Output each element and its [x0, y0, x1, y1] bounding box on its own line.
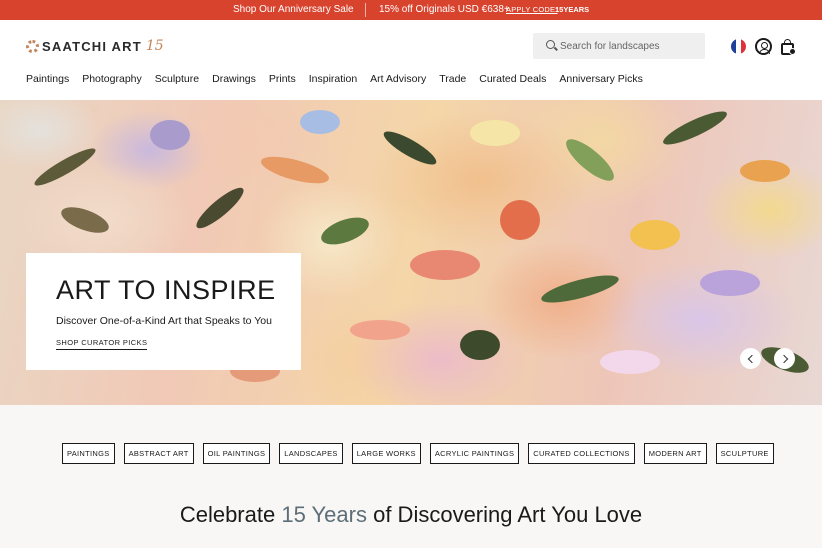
- search-bar[interactable]: [533, 33, 705, 59]
- cart-count-badge: [789, 48, 796, 55]
- nav-item-drawings[interactable]: Drawings: [212, 73, 256, 85]
- tag-modern-art[interactable]: MODERN ART: [643, 443, 707, 464]
- main-nav: Paintings Photography Sculpture Drawings…: [26, 73, 656, 85]
- nav-item-inspiration[interactable]: Inspiration: [309, 73, 357, 85]
- logo-text: SAATCHI ART: [42, 38, 142, 54]
- promo-divider: [365, 3, 366, 17]
- hero-card: ART TO INSPIRE Discover One-of-a-Kind Ar…: [26, 253, 301, 370]
- site-header: SAATCHI ART 15 Paintings Photography Scu…: [0, 20, 822, 100]
- chevron-left-icon: [747, 354, 756, 363]
- tag-large-works[interactable]: LARGE WORKS: [351, 443, 421, 464]
- cart-icon[interactable]: [781, 39, 796, 55]
- section-headline: Celebrate 15 Years of Discovering Art Yo…: [0, 502, 822, 528]
- tag-curated-collections[interactable]: CURATED COLLECTIONS: [528, 443, 635, 464]
- logo-anniversary-mark: 15: [145, 38, 164, 54]
- shop-curator-picks-link[interactable]: SHOP CURATOR PICKS: [56, 338, 148, 350]
- carousel-next-button[interactable]: [774, 348, 795, 369]
- promo-bar: Shop Our Anniversary Sale 15% off Origin…: [0, 0, 822, 20]
- nav-item-paintings[interactable]: Paintings: [26, 73, 69, 85]
- search-input[interactable]: [560, 38, 700, 54]
- hero-subtitle: Discover One-of-a-Kind Art that Speaks t…: [56, 315, 272, 327]
- france-flag-icon[interactable]: [731, 39, 746, 54]
- category-section: PAINTINGS ABSTRACT ART OIL PAINTINGS LAN…: [0, 405, 822, 548]
- tag-oil-paintings[interactable]: OIL PAINTINGS: [202, 443, 271, 464]
- chevron-right-icon: [779, 354, 788, 363]
- hero-banner: ART TO INSPIRE Discover One-of-a-Kind Ar…: [0, 100, 822, 405]
- tag-sculpture[interactable]: SCULPTURE: [715, 443, 774, 464]
- nav-item-prints[interactable]: Prints: [269, 73, 296, 85]
- nav-item-trade[interactable]: Trade: [439, 73, 466, 85]
- nav-item-sculpture[interactable]: Sculpture: [155, 73, 199, 85]
- promo-code: 15YEARS: [555, 5, 590, 14]
- promo-sale-link[interactable]: Shop Our Anniversary Sale: [233, 4, 354, 15]
- tag-landscapes[interactable]: LANDSCAPES: [279, 443, 343, 464]
- promo-offer-text: 15% off Originals USD €638+: [379, 4, 510, 15]
- headline-after: of Discovering Art You Love: [366, 502, 643, 527]
- carousel-prev-button[interactable]: [740, 348, 761, 369]
- nav-item-curated-deals[interactable]: Curated Deals: [479, 73, 546, 85]
- account-icon[interactable]: [755, 38, 772, 55]
- headline-accent: 15 Years: [281, 502, 367, 527]
- nav-item-photography[interactable]: Photography: [82, 73, 142, 85]
- nav-item-anniversary-picks[interactable]: Anniversary Picks: [559, 73, 642, 85]
- tag-paintings[interactable]: PAINTINGS: [62, 443, 115, 464]
- tag-acrylic-paintings[interactable]: ACRYLIC PAINTINGS: [429, 443, 520, 464]
- nav-item-art-advisory[interactable]: Art Advisory: [370, 73, 426, 85]
- search-icon: [546, 40, 555, 49]
- category-tags: PAINTINGS ABSTRACT ART OIL PAINTINGS LAN…: [62, 443, 783, 464]
- hero-title: ART TO INSPIRE: [56, 275, 276, 305]
- headline-before: Celebrate: [179, 502, 282, 527]
- promo-apply-code-label: APPLY CODE:: [506, 5, 558, 14]
- logo[interactable]: SAATCHI ART 15: [26, 38, 164, 54]
- logo-mark-icon: [26, 39, 39, 53]
- tag-abstract-art[interactable]: ABSTRACT ART: [123, 443, 194, 464]
